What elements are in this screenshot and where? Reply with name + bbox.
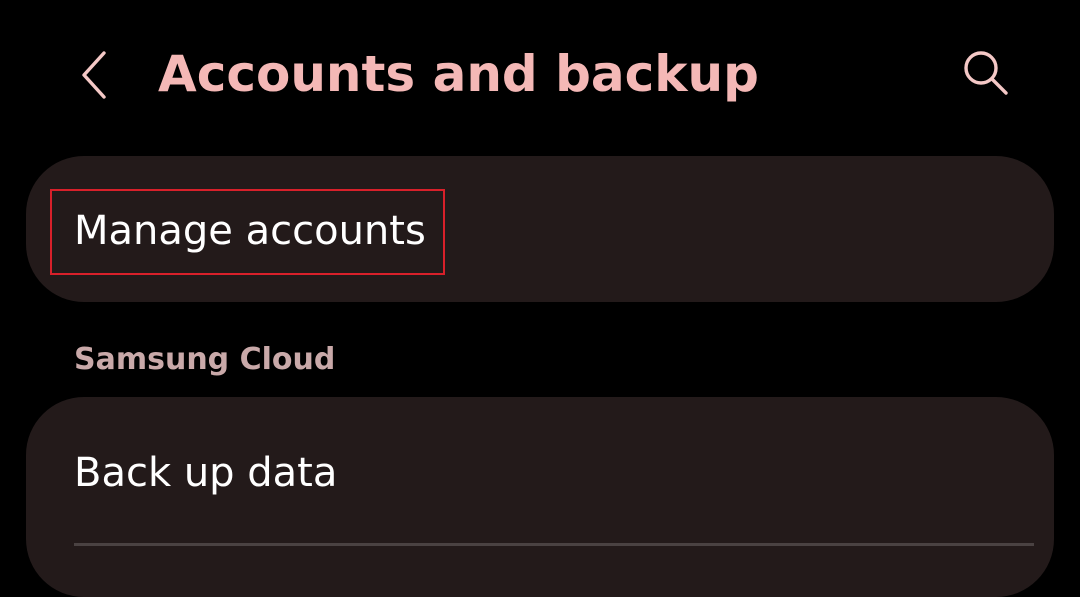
manage-accounts-card[interactable]: Manage accounts <box>26 156 1054 302</box>
search-icon <box>960 47 1012 103</box>
divider <box>74 543 1034 546</box>
page-title: Accounts and backup <box>158 45 759 103</box>
samsung-cloud-section-header: Samsung Cloud <box>74 342 336 377</box>
back-up-data-item[interactable]: Back up data <box>74 448 337 498</box>
back-button[interactable] <box>62 40 126 110</box>
manage-accounts-label: Manage accounts <box>74 208 426 254</box>
chevron-left-icon <box>74 49 114 101</box>
search-button[interactable] <box>950 40 1022 110</box>
samsung-cloud-card: Back up data <box>26 397 1054 597</box>
app-header: Accounts and backup <box>0 0 1080 150</box>
